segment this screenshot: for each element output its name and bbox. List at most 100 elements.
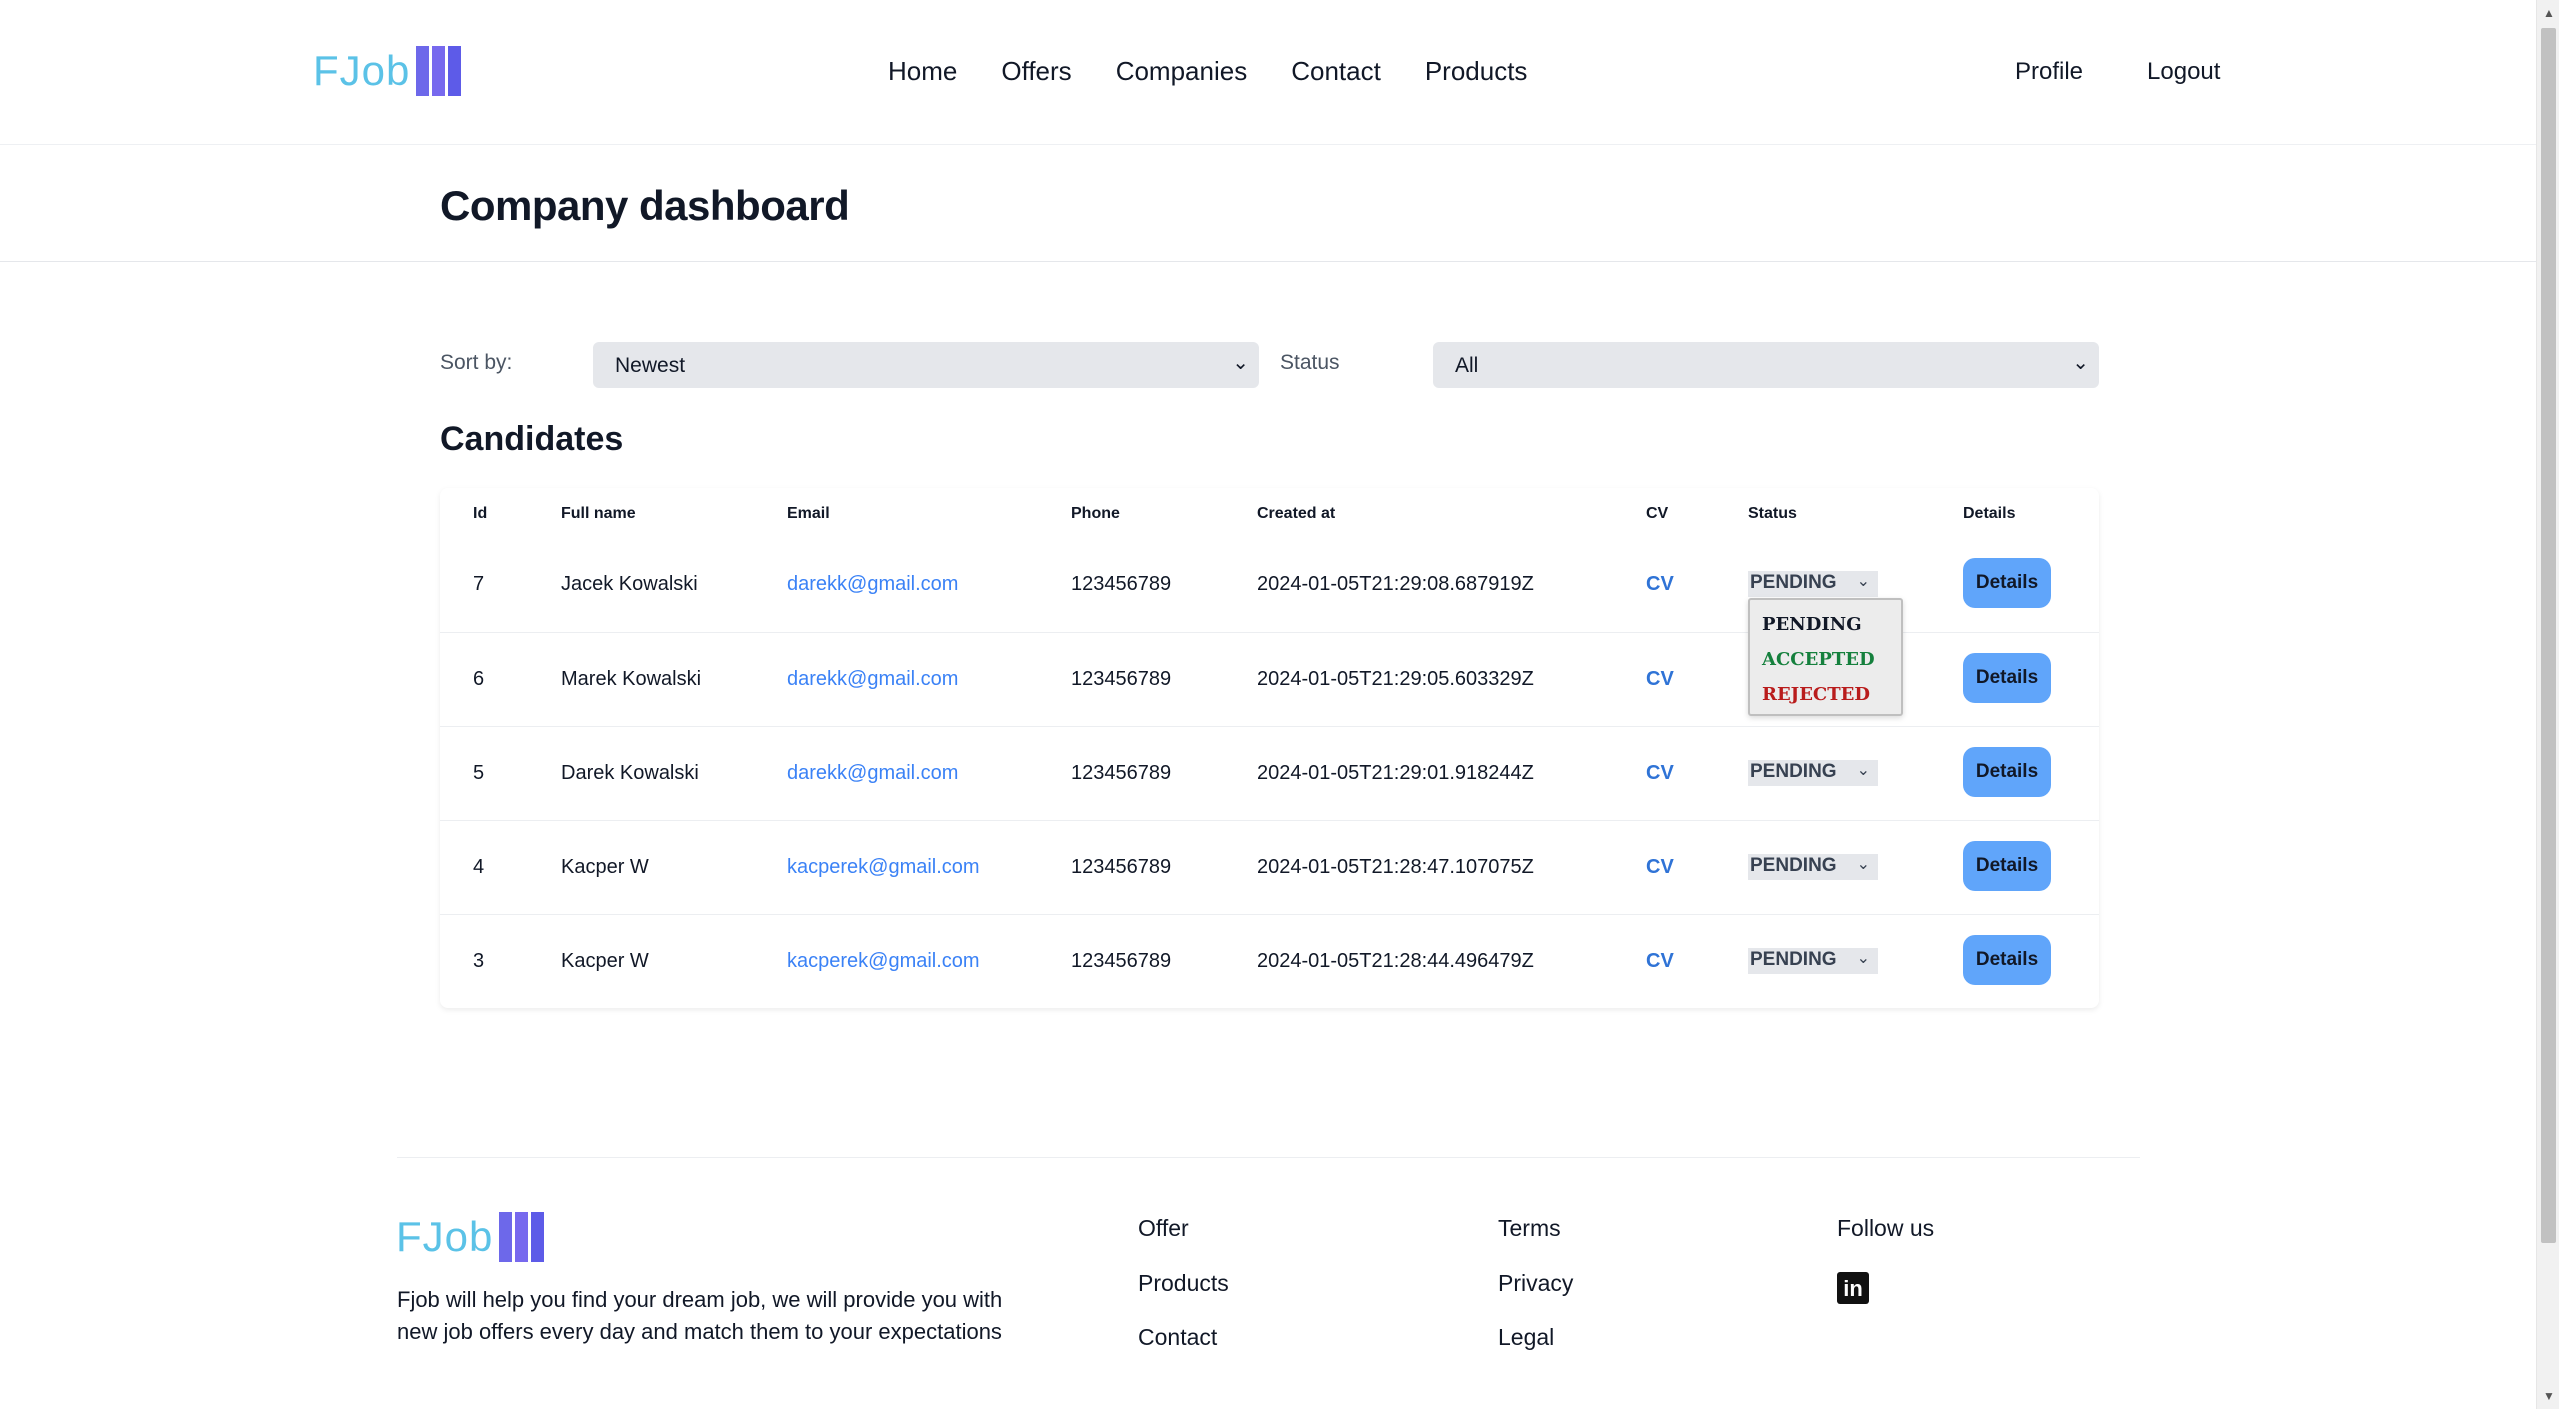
cell-full-name: Marek Kowalski xyxy=(561,668,702,690)
nav-home[interactable]: Home xyxy=(888,56,957,87)
chevron-down-icon: ⌄ xyxy=(1232,352,1249,374)
footer-divider xyxy=(397,1157,2140,1158)
status-option-accepted[interactable]: ACCEPTED xyxy=(1750,643,1901,678)
footer-link-privacy[interactable]: Privacy xyxy=(1498,1270,1573,1297)
status-select-value: PENDING xyxy=(1750,855,1837,876)
scrollbar-thumb[interactable] xyxy=(2541,28,2556,1243)
linkedin-icon[interactable]: in xyxy=(1837,1272,1869,1304)
header-id: Id xyxy=(473,505,488,522)
profile-link[interactable]: Profile xyxy=(2015,58,2083,86)
nav-companies[interactable]: Companies xyxy=(1116,56,1248,87)
cv-link[interactable]: CV xyxy=(1646,950,1674,973)
sort-label: Sort by: xyxy=(440,351,513,374)
page-title: Company dashboard xyxy=(440,182,850,229)
cv-link[interactable]: CV xyxy=(1646,856,1674,879)
nav-products[interactable]: Products xyxy=(1425,56,1528,87)
cell-id: 4 xyxy=(473,856,485,878)
logo-text: FJob xyxy=(313,47,411,94)
page-scrollbar[interactable]: ▲ ▼ xyxy=(2536,0,2559,1409)
cell-phone: 123456789 xyxy=(1071,856,1172,878)
header-full-name: Full name xyxy=(561,505,636,522)
nav-offers[interactable]: Offers xyxy=(1001,56,1071,87)
cell-full-name: Jacek Kowalski xyxy=(561,573,698,595)
sort-select[interactable]: Newest ⌄ xyxy=(593,342,1259,388)
footer-link-products[interactable]: Products xyxy=(1138,1270,1229,1297)
cell-email[interactable]: kacperek@gmail.com xyxy=(787,950,980,973)
cv-link[interactable]: CV xyxy=(1646,668,1674,691)
status-filter-value: All xyxy=(1455,354,1479,377)
status-filter-label: Status xyxy=(1280,351,1340,374)
top-navbar: FJob Home Offers Companies Contact Produ… xyxy=(0,0,2536,145)
details-button[interactable]: Details xyxy=(1963,935,2051,985)
logout-link[interactable]: Logout xyxy=(2147,58,2220,86)
chevron-down-icon: ⌄ xyxy=(1856,573,1870,590)
chevron-down-icon: ⌄ xyxy=(1856,762,1870,779)
details-button[interactable]: Details xyxy=(1963,558,2051,608)
status-option-pending[interactable]: PENDING xyxy=(1750,608,1901,643)
title-band: Company dashboard xyxy=(0,146,2536,262)
status-select[interactable]: PENDING ⌄ xyxy=(1748,854,1878,880)
footer-logo[interactable]: FJob xyxy=(396,1212,545,1262)
table-row: 4 Kacper W kacperek@gmail.com 123456789 2024… xyxy=(440,820,2099,914)
nav-contact[interactable]: Contact xyxy=(1291,56,1381,87)
details-button[interactable]: Details xyxy=(1963,653,2051,703)
cell-created-at: 2024-01-05T21:29:08.687919Z xyxy=(1257,573,1534,595)
status-select-value: PENDING xyxy=(1750,572,1837,593)
logo-bars-icon xyxy=(499,1212,545,1262)
header-cv: CV xyxy=(1646,505,1669,522)
cell-created-at: 2024-01-05T21:28:44.496479Z xyxy=(1257,950,1534,972)
cell-phone: 123456789 xyxy=(1071,762,1172,784)
candidates-heading: Candidates xyxy=(440,420,624,458)
chevron-down-icon: ⌄ xyxy=(2072,352,2089,374)
candidates-table: Id Full name Email Phone Created at CV S… xyxy=(440,488,2099,1008)
logo-text: FJob xyxy=(396,1213,494,1260)
cell-id: 3 xyxy=(473,950,485,972)
cell-full-name: Darek Kowalski xyxy=(561,762,699,784)
cell-email[interactable]: darekk@gmail.com xyxy=(787,762,958,785)
cell-created-at: 2024-01-05T21:29:05.603329Z xyxy=(1257,668,1534,690)
footer-description: Fjob will help you find your dream job, … xyxy=(397,1287,1003,1344)
cell-phone: 123456789 xyxy=(1071,573,1172,595)
main-nav: Home Offers Companies Contact Products xyxy=(888,56,1527,87)
footer-link-legal[interactable]: Legal xyxy=(1498,1324,1554,1351)
status-select-value: PENDING xyxy=(1750,761,1837,782)
sort-select-value: Newest xyxy=(615,354,686,377)
cell-phone: 123456789 xyxy=(1071,950,1172,972)
cell-id: 6 xyxy=(473,668,485,690)
cv-link[interactable]: CV xyxy=(1646,762,1674,785)
details-button[interactable]: Details xyxy=(1963,747,2051,797)
cell-phone: 123456789 xyxy=(1071,668,1172,690)
scroll-down-arrow-icon[interactable]: ▼ xyxy=(2543,1389,2555,1403)
logo-bars-icon xyxy=(416,46,462,96)
header-status: Status xyxy=(1748,505,1797,522)
cell-id: 5 xyxy=(473,762,485,784)
status-select[interactable]: PENDING ⌄ xyxy=(1748,760,1878,786)
cell-email[interactable]: darekk@gmail.com xyxy=(787,668,958,691)
status-select-value: PENDING xyxy=(1750,949,1837,970)
cell-id: 7 xyxy=(473,573,485,595)
cell-full-name: Kacper W xyxy=(561,950,649,972)
cell-email[interactable]: darekk@gmail.com xyxy=(787,573,958,596)
footer-link-offer[interactable]: Offer xyxy=(1138,1215,1189,1242)
details-button[interactable]: Details xyxy=(1963,841,2051,891)
status-select[interactable]: PENDING ⌄ xyxy=(1748,948,1878,974)
footer-link-contact[interactable]: Contact xyxy=(1138,1324,1217,1351)
header-details: Details xyxy=(1963,505,2016,522)
status-dropdown-menu: PENDING ACCEPTED REJECTED xyxy=(1748,598,1903,716)
status-select[interactable]: PENDING ⌄ xyxy=(1748,571,1878,597)
chevron-down-icon: ⌄ xyxy=(1856,856,1870,873)
status-filter-select[interactable]: All ⌄ xyxy=(1433,342,2099,388)
table-row: 3 Kacper W kacperek@gmail.com 123456789 2024… xyxy=(440,914,2099,1008)
status-option-rejected[interactable]: REJECTED xyxy=(1750,678,1901,713)
follow-us-label: Follow us xyxy=(1837,1215,1935,1241)
scroll-up-arrow-icon[interactable]: ▲ xyxy=(2543,6,2555,20)
cell-email[interactable]: kacperek@gmail.com xyxy=(787,856,980,879)
fjob-logo[interactable]: FJob xyxy=(313,46,462,96)
table-row: 5 Darek Kowalski darekk@gmail.com 123456789… xyxy=(440,726,2099,820)
footer-link-terms[interactable]: Terms xyxy=(1498,1215,1561,1242)
header-created-at: Created at xyxy=(1257,505,1336,522)
header-email: Email xyxy=(787,505,830,522)
cv-link[interactable]: CV xyxy=(1646,573,1674,596)
chevron-down-icon: ⌄ xyxy=(1856,950,1870,967)
header-phone: Phone xyxy=(1071,505,1120,522)
